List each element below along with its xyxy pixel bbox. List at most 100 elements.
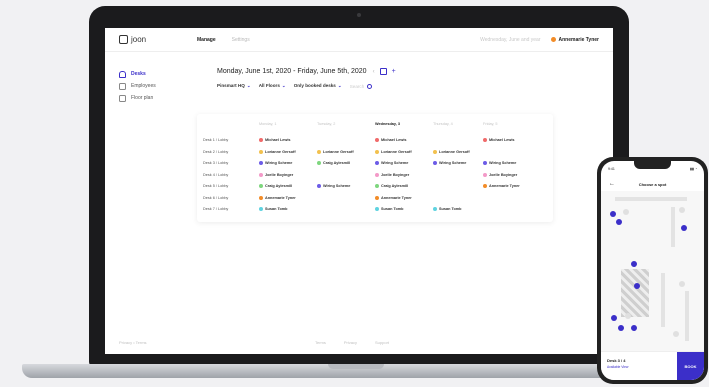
row-label: Desk 5 / Lobby [203, 184, 229, 188]
booking-cell[interactable]: Joelle Boyinger [483, 172, 517, 177]
seat-marker[interactable] [673, 331, 679, 337]
seat-marker[interactable] [631, 261, 637, 267]
booking-cell[interactable]: Wiring Scheme [317, 184, 350, 188]
add-icon[interactable]: + [392, 68, 396, 75]
avatar [375, 149, 379, 154]
booking-cell[interactable]: Joelle Boyinger [259, 172, 293, 177]
app-header: joon Manage Settings Wednesday, June and… [105, 28, 613, 52]
booking-cell[interactable]: Craig Aylesmill [375, 184, 408, 188]
booking-cell[interactable]: Lorianne Gersoff [259, 149, 296, 154]
column-header: Friday, 5 [483, 122, 498, 126]
avatar [375, 195, 379, 200]
booking-cell[interactable]: Joelle Boyinger [375, 172, 409, 177]
nav-manage[interactable]: Manage [197, 37, 216, 43]
booking-name: Annemarie Tyner [381, 195, 412, 200]
booking-cell[interactable]: Craig Aylesmill [259, 184, 292, 188]
booking-name: Michael Lewis [489, 138, 515, 142]
booking-cell[interactable]: Wiring Scheme [375, 161, 408, 165]
booking-name: Lorianne Gersoff [439, 149, 470, 154]
footer-link[interactable]: Terms [315, 340, 326, 345]
search-input[interactable]: Search [350, 83, 373, 89]
desk-icon [119, 70, 126, 78]
laptop-notch [328, 364, 384, 369]
sidebar-item-label: Floor plan [131, 95, 154, 101]
floor-map[interactable] [601, 191, 704, 351]
booking-cell[interactable]: Michael Lewis [375, 138, 407, 142]
booking-cell[interactable]: Michael Lewis [259, 138, 291, 142]
sidebar-item-floor-plan[interactable]: Floor plan [119, 92, 199, 104]
map-wall [671, 207, 675, 247]
booking-name: Craig Aylesmill [265, 184, 293, 188]
booking-cell[interactable]: Susan Tomb [433, 207, 462, 211]
booking-cell[interactable]: Wiring Scheme [483, 161, 516, 165]
seat-marker[interactable] [679, 281, 685, 287]
laptop-base [22, 364, 690, 378]
seat-marker[interactable] [616, 219, 622, 225]
booking-name: Lorianne Gersoff [381, 149, 412, 154]
booking-name: Susan Tomb [381, 207, 404, 211]
seat-marker[interactable] [618, 325, 624, 331]
avatar [259, 195, 263, 200]
avatar [483, 184, 487, 188]
header-faded-text: Wednesday, June and year [480, 36, 541, 43]
column-header: Wednesday, 3 [375, 122, 400, 126]
seat-marker[interactable] [610, 211, 616, 217]
book-button[interactable]: BOOK [677, 352, 704, 380]
avatar [259, 172, 263, 177]
sidebar-item-employees[interactable]: Employees [119, 80, 199, 92]
booking-cell[interactable]: Susan Tomb [259, 207, 288, 211]
avatar [259, 149, 263, 154]
seat-marker[interactable] [679, 207, 685, 213]
filter-location[interactable]: Pinsmart HQ ⌄ [217, 83, 251, 89]
seat-marker[interactable] [611, 315, 617, 321]
booking-cell[interactable]: Susan Tomb [375, 207, 404, 211]
avatar [259, 184, 263, 188]
desk-name: Desk 3 / 4 [607, 358, 626, 363]
footer-link[interactable]: Privacy [344, 340, 357, 345]
seat-marker[interactable] [634, 283, 640, 289]
booking-cell[interactable]: Michael Lewis [483, 138, 515, 142]
booking-name: Wiring Scheme [323, 184, 351, 188]
chevron-down-icon: ⌄ [337, 83, 342, 88]
filter-floors[interactable]: All Floors ⌄ [259, 83, 286, 89]
laptop: joon Manage Settings Wednesday, June and… [89, 6, 629, 366]
booking-cell[interactable]: Annemarie Tyner [259, 195, 296, 200]
booking-cell[interactable]: Craig Aylesmill [317, 161, 350, 165]
filter-booked[interactable]: Only booked desks ⌄ [294, 83, 342, 89]
booking-cell[interactable]: Lorianne Gersoff [433, 149, 470, 154]
user-menu[interactable]: Annemarie Tyner [550, 37, 599, 43]
booking-cell[interactable]: Annemarie Tyner [483, 184, 520, 188]
seat-marker[interactable] [681, 225, 687, 231]
booking-name: Wiring Scheme [439, 161, 467, 165]
main-content: Monday, June 1st, 2020 - Friday, June 5t… [217, 68, 577, 89]
booking-name: Craig Aylesmill [381, 184, 409, 188]
desk-status[interactable]: Available View [607, 365, 628, 369]
avatar [433, 149, 437, 154]
booking-cell[interactable]: Wiring Scheme [259, 161, 292, 165]
table-row: Desk 4 / Lobby [203, 171, 255, 179]
header-right: Wednesday, June and year Annemarie Tyner [480, 37, 599, 43]
avatar [375, 138, 379, 142]
chevron-left-icon[interactable]: ‹ [373, 69, 375, 75]
calendar-icon[interactable] [379, 68, 387, 75]
date-range-row: Monday, June 1st, 2020 - Friday, June 5t… [217, 68, 577, 75]
booking-table: Monday, 1 Tuesday, 2 Wednesday, 3 Thursday,… [197, 114, 553, 222]
avatar [259, 138, 263, 142]
laptop-camera [357, 13, 361, 17]
top-nav: Manage Settings [197, 37, 250, 43]
seat-marker[interactable] [625, 313, 631, 319]
people-icon [119, 82, 126, 90]
logo[interactable]: joon [119, 35, 197, 44]
nav-settings[interactable]: Settings [232, 37, 250, 43]
column-header: Thursday, 4 [433, 122, 453, 126]
booking-cell[interactable]: Lorianne Gersoff [317, 149, 354, 154]
booking-cell[interactable]: Annemarie Tyner [375, 195, 412, 200]
seat-marker[interactable] [623, 209, 629, 215]
booking-cell[interactable]: Wiring Scheme [433, 161, 466, 165]
sidebar-item-desks[interactable]: Desks [119, 68, 199, 80]
sidebar-item-label: Employees [131, 83, 156, 89]
footer-link[interactable]: Support [375, 340, 389, 345]
seat-marker[interactable] [631, 325, 637, 331]
booking-cell[interactable]: Lorianne Gersoff [375, 149, 412, 154]
booking-name: Susan Tomb [265, 207, 288, 211]
